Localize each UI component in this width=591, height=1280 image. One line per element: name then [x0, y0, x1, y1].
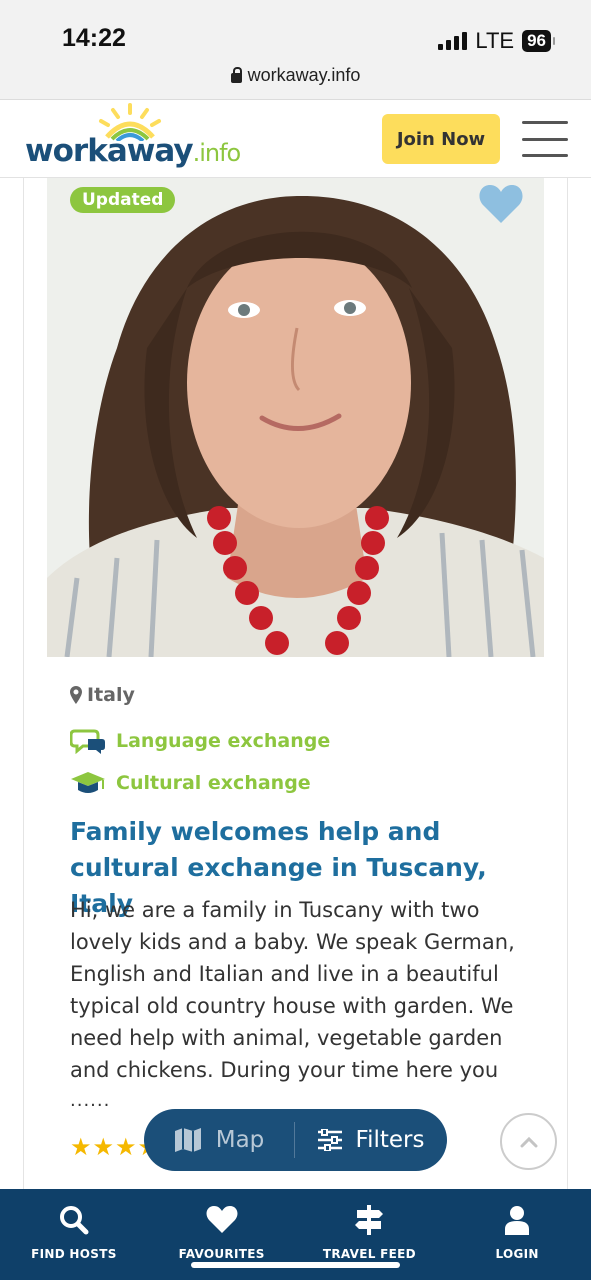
lock-icon: [230, 66, 242, 83]
scroll-to-top-button[interactable]: [500, 1113, 557, 1170]
tag-label: Cultural exchange: [116, 772, 311, 794]
status-indicators: LTE 96: [438, 28, 555, 54]
map-icon: [174, 1128, 201, 1152]
status-bar: 14:22 LTE 96 workaway.info: [0, 0, 591, 100]
host-card[interactable]: Updated Italy Language exchange Cultural…: [23, 178, 568, 1198]
heart-icon: [206, 1206, 238, 1233]
sliders-icon: [317, 1129, 342, 1151]
location: Italy: [70, 684, 135, 706]
hamburger-menu-icon[interactable]: [522, 121, 568, 157]
join-now-button[interactable]: Join Now: [382, 114, 500, 164]
tag-cultural-exchange: Cultural exchange: [70, 770, 311, 796]
chat-bubbles-icon: [70, 729, 105, 754]
map-button[interactable]: Map: [144, 1109, 294, 1171]
filters-label: Filters: [355, 1127, 425, 1153]
description-ellipsis: ......: [70, 1090, 111, 1111]
nav-label: LOGIN: [495, 1247, 539, 1261]
map-label: Map: [215, 1127, 265, 1153]
host-photo[interactable]: [47, 178, 544, 657]
signpost-icon: [355, 1205, 384, 1235]
graduation-cap-icon: [71, 772, 105, 793]
map-filters-pill: Map Filters: [144, 1109, 447, 1171]
nav-find-hosts[interactable]: FIND HOSTS: [0, 1189, 148, 1280]
network-type: LTE: [475, 28, 515, 53]
user-icon: [505, 1206, 530, 1235]
star-icon: ★: [92, 1133, 115, 1161]
nav-label: FAVOURITES: [178, 1247, 265, 1261]
nav-label: TRAVEL FEED: [322, 1247, 416, 1261]
signal-icon: [438, 32, 468, 50]
star-icon: ★: [70, 1133, 92, 1161]
chevron-up-icon: [520, 1136, 537, 1147]
star-icon: ★: [115, 1133, 137, 1161]
updated-badge: Updated: [70, 187, 176, 213]
logo-wordmark: workaway.info: [25, 133, 241, 169]
filters-button[interactable]: Filters: [295, 1109, 447, 1171]
location-text: Italy: [87, 684, 135, 706]
heart-icon[interactable]: [478, 183, 524, 225]
tag-label: Language exchange: [116, 730, 331, 752]
listing-description: Hi, we are a family in Tuscany with two …: [70, 898, 515, 1082]
address-bar[interactable]: workaway.info: [0, 65, 591, 86]
search-icon: [59, 1206, 89, 1235]
nav-login[interactable]: LOGIN: [443, 1189, 591, 1280]
battery-icon: 96: [522, 30, 555, 52]
workaway-logo[interactable]: workaway.info: [25, 101, 241, 178]
home-indicator: [191, 1262, 400, 1268]
host-portrait-image: [47, 178, 544, 657]
map-pin-icon: [70, 686, 82, 704]
url-text: workaway.info: [247, 65, 361, 85]
site-header: workaway.info Join Now: [0, 101, 591, 178]
tag-language-exchange: Language exchange: [70, 728, 330, 754]
status-time: 14:22: [62, 24, 126, 52]
nav-label: FIND HOSTS: [31, 1247, 117, 1261]
